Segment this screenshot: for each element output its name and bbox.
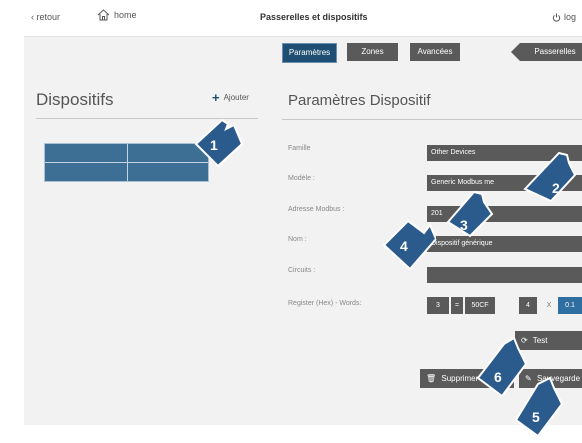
callout-number: 2	[552, 180, 560, 196]
home-label: home	[114, 10, 137, 20]
tab-passerelles[interactable]: Passerelles	[511, 43, 582, 61]
register-words-input[interactable]: 4	[519, 297, 537, 314]
tutorial-callout-6: 6	[476, 336, 528, 398]
device-list[interactable]	[44, 143, 209, 182]
back-button[interactable]: ‹ retour	[31, 12, 60, 22]
chevron-left-icon: ‹	[31, 12, 34, 22]
add-device-button[interactable]: + Ajouter	[212, 89, 249, 105]
family-label: Famille	[288, 145, 311, 152]
logout-button[interactable]: log	[552, 12, 576, 22]
grid-divider	[45, 162, 208, 163]
delete-label: Supprimer	[441, 374, 479, 383]
times-sign: X	[546, 302, 552, 309]
callout-number: 4	[400, 238, 408, 254]
tutorial-callout-4: 4	[382, 219, 436, 271]
callout-number: 6	[494, 369, 502, 385]
trash-icon: 🗑	[426, 374, 437, 383]
register-factor-input[interactable]: 0.1	[558, 297, 582, 314]
tab-parametres[interactable]: Paramètres	[282, 43, 337, 63]
top-bar: ‹ retour home Passerelles et dispositifs…	[24, 0, 582, 37]
circuits-select[interactable]	[427, 267, 582, 283]
back-label: retour	[36, 12, 61, 22]
model-label: Modèle :	[288, 175, 315, 182]
home-button[interactable]: home	[97, 9, 137, 21]
home-icon	[97, 9, 110, 21]
divider	[282, 119, 582, 120]
test-label: Test	[532, 336, 548, 345]
devices-heading: Dispositifs	[36, 90, 114, 109]
register-count-input[interactable]: 3	[427, 297, 449, 314]
tutorial-callout-2: 2	[523, 151, 577, 203]
form-heading: Paramètres Dispositif	[288, 92, 431, 109]
address-label: Adresse Modbus :	[288, 206, 345, 213]
power-icon	[552, 13, 561, 22]
callout-number: 3	[460, 217, 468, 233]
register-hex-input[interactable]: 50CF	[465, 297, 495, 314]
logout-label: log	[564, 12, 577, 22]
callout-number: 5	[532, 409, 540, 425]
tutorial-callout-1: 1	[194, 118, 244, 168]
tab-zones[interactable]: Zones	[347, 43, 398, 61]
callout-number: 1	[210, 137, 218, 153]
circuits-label: Circuits :	[288, 267, 316, 274]
name-label: Nom :	[288, 236, 307, 243]
tab-avancees[interactable]: Avancées	[410, 43, 460, 61]
tutorial-callout-3: 3	[446, 190, 494, 238]
equals-sign: =	[451, 297, 463, 314]
page-title: Passerelles et dispositifs	[260, 12, 368, 22]
plus-icon: +	[212, 89, 220, 105]
register-label: Register (Hex) - Words:	[288, 300, 362, 307]
add-label: Ajouter	[223, 93, 249, 102]
